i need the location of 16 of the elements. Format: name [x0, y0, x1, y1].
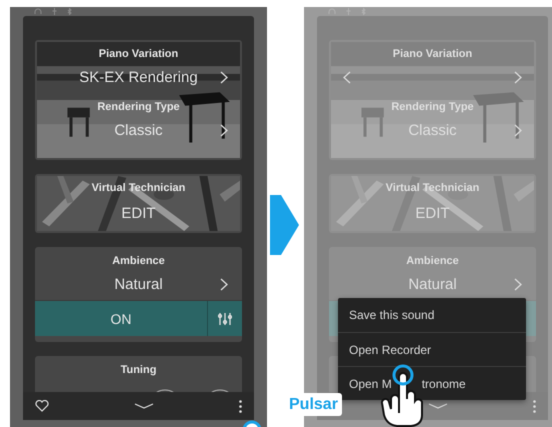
- section-title: Virtual Technician: [386, 182, 480, 195]
- section-title: Piano Variation: [392, 48, 472, 61]
- setting-value: Natural: [408, 276, 457, 292]
- setting-value: SK-EX Rendering: [79, 68, 198, 86]
- edit-button[interactable]: EDIT: [115, 203, 162, 224]
- setting-value: Natural: [114, 276, 163, 292]
- section-title: Ambience: [406, 255, 459, 268]
- section-title: Virtual Technician: [92, 182, 186, 195]
- menu-item[interactable]: Open Recorder: [338, 332, 526, 366]
- section-title: Tuning: [120, 364, 156, 377]
- section-title: Piano Variation: [98, 48, 178, 61]
- menu-item[interactable]: Save this sound: [338, 298, 526, 332]
- setting-value: Classic: [114, 122, 163, 138]
- section-title: Rendering Type: [391, 101, 474, 114]
- section-title: Ambience: [112, 255, 165, 268]
- section-title: Rendering Type: [97, 101, 180, 114]
